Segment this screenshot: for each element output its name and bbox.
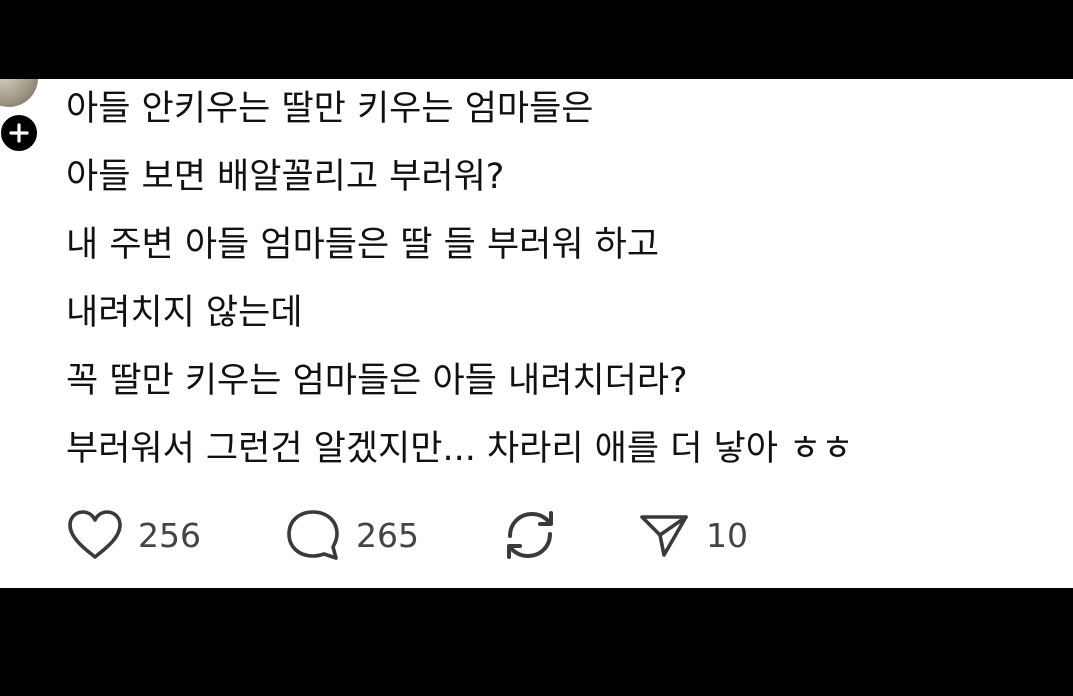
- heart-icon: [68, 510, 122, 559]
- post-body: 아들 안키우는 딸만 키우는 엄마들은 아들 보면 배알꼴리고 부러워? 내 주…: [66, 79, 1056, 483]
- post-line: 아들 안키우는 딸만 키우는 엄마들은: [66, 89, 594, 129]
- top-black-bar: [0, 0, 1073, 79]
- action-bar: 256 265 10: [66, 507, 748, 563]
- avatar[interactable]: [0, 79, 38, 107]
- repost-icon: [507, 511, 553, 559]
- reply-button[interactable]: 265: [284, 508, 500, 562]
- like-count: 256: [138, 515, 201, 555]
- share-button[interactable]: 10: [636, 509, 748, 561]
- post-line: 내려치지 않는데: [66, 293, 303, 333]
- plus-icon: [9, 123, 29, 143]
- share-count: 10: [706, 515, 748, 555]
- like-button[interactable]: 256: [66, 509, 284, 561]
- post-card: 아들 안키우는 딸만 키우는 엄마들은 아들 보면 배알꼴리고 부러워? 내 주…: [0, 79, 1073, 588]
- speech-bubble-icon: [287, 510, 339, 560]
- bottom-black-bar: [0, 588, 1073, 696]
- post-line: 부러워서 그런건 알겠지만... 차라리 애를 더 낳아 ㅎㅎ: [66, 429, 854, 469]
- post-line: 내 주변 아들 엄마들은 딸 들 부러워 하고: [66, 225, 660, 265]
- post-line: 꼭 딸만 키우는 엄마들은 아들 내려치더라?: [66, 361, 688, 401]
- post-line: 아들 보면 배알꼴리고 부러워?: [66, 157, 505, 197]
- follow-button[interactable]: [0, 112, 40, 154]
- repost-button[interactable]: [500, 506, 636, 564]
- reply-count: 265: [356, 515, 419, 555]
- send-icon: [640, 515, 688, 557]
